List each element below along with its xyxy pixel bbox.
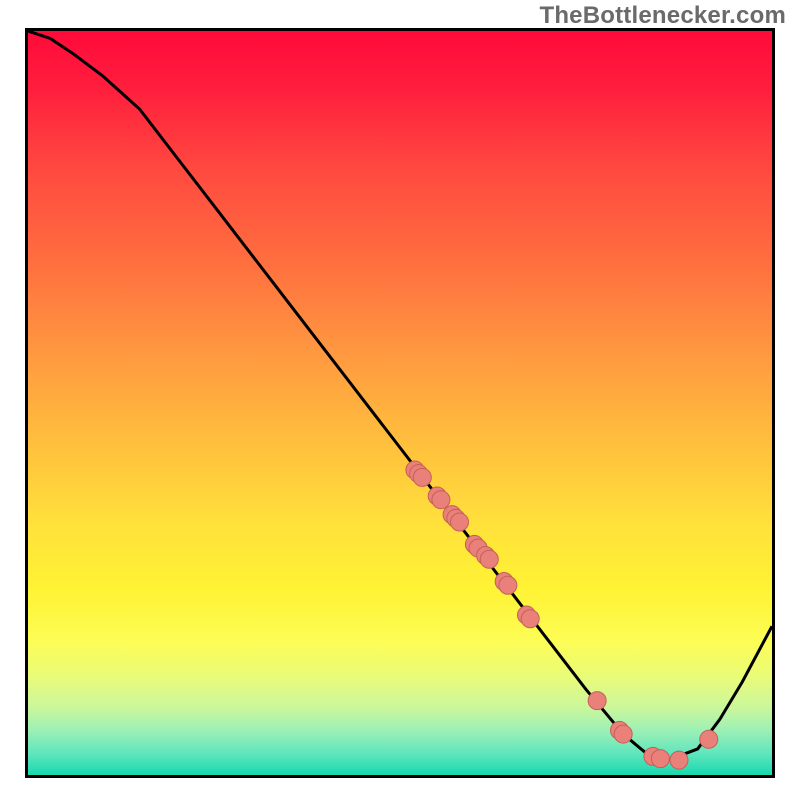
data-marker [451, 513, 469, 531]
data-marker [700, 730, 718, 748]
plot-svg [28, 31, 772, 775]
data-markers [406, 461, 718, 769]
watermark-label: TheBottlenecker.com [539, 2, 786, 30]
data-marker [588, 692, 606, 710]
data-marker [413, 468, 431, 486]
data-marker [499, 576, 517, 594]
data-marker [614, 725, 632, 743]
plot-area [25, 28, 775, 778]
curve-line [28, 31, 772, 760]
data-marker [651, 750, 669, 768]
data-marker [670, 751, 688, 769]
data-marker [480, 550, 498, 568]
data-marker [432, 491, 450, 509]
chart-container: TheBottlenecker.com [0, 0, 800, 800]
data-marker [521, 610, 539, 628]
